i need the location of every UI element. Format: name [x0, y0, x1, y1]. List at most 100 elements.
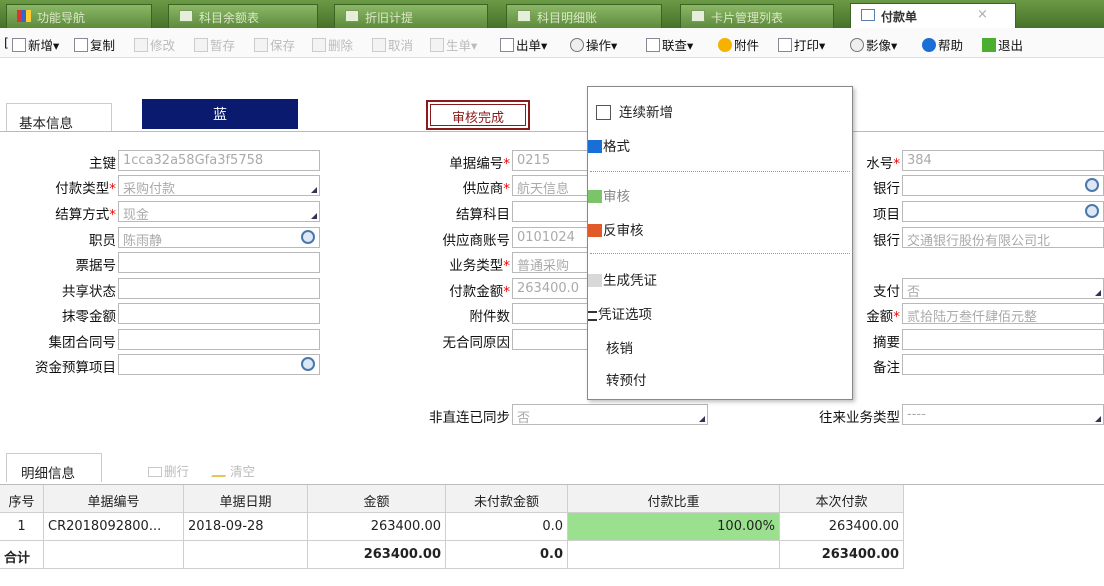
cell-pay[interactable]: 263400.00	[780, 513, 904, 541]
tab-label: 折旧计提	[365, 11, 414, 25]
basic-info-tab[interactable]: 基本信息	[6, 103, 112, 132]
magnifier-icon[interactable]	[1085, 204, 1099, 218]
close-icon[interactable]: ×	[977, 7, 988, 22]
voucher-icon	[588, 274, 602, 287]
tab-strip: 功能导航 科目余额表 折旧计提 科目明细账 卡片管理列表 付款单 ×	[0, 0, 1104, 28]
tab-label: 科目余额表	[199, 11, 260, 25]
group-contract-field[interactable]	[118, 329, 320, 350]
new-label: 新增▾	[28, 38, 60, 53]
project-field[interactable]	[902, 201, 1104, 222]
col-unpaid[interactable]: 未付款金额	[446, 485, 568, 513]
staff-field[interactable]: 陈雨静	[118, 227, 320, 248]
tab-label: 科目明细账	[537, 11, 598, 25]
budget-field[interactable]	[118, 354, 320, 375]
capital-amount-field[interactable]: 贰拾陆万叁仟肆佰元整	[902, 303, 1104, 324]
tab-balance[interactable]: 科目余额表	[168, 4, 318, 28]
col-pay[interactable]: 本次付款	[780, 485, 904, 513]
image-gear-icon	[850, 38, 864, 52]
linkquery-button[interactable]: 联查▾	[646, 35, 693, 54]
magnifier-icon[interactable]	[301, 357, 315, 371]
cell-date: 2018-09-28	[184, 513, 308, 541]
menu-separator	[590, 253, 850, 254]
table-row[interactable]: 1 CR2018092800... 2018-09-28 263400.00 0…	[0, 513, 904, 541]
summary-field[interactable]	[902, 329, 1104, 350]
writeoff-item[interactable]: 核销	[606, 337, 870, 357]
col-seq[interactable]: 序号	[0, 485, 44, 513]
tab-depreciation[interactable]: 折旧计提	[334, 4, 488, 28]
magnifier-icon[interactable]	[301, 230, 315, 244]
help-label: 帮助	[938, 38, 964, 53]
detail-table: 序号 单据编号 单据日期 金额 未付款金额 付款比重 本次付款 1 CR2018…	[0, 484, 1104, 586]
attachment-button[interactable]: 附件	[718, 35, 759, 54]
wipe-field[interactable]	[118, 303, 320, 324]
image-button[interactable]: 影像▾	[850, 35, 897, 54]
pk-label: 主键	[89, 156, 116, 172]
delete-row-icon	[148, 467, 162, 477]
paytype-select[interactable]: 采购付款	[118, 175, 320, 196]
nocontract-label: 无合同原因	[442, 335, 511, 351]
voucher-option-item[interactable]: 凭证选项	[588, 303, 852, 323]
save-icon	[254, 38, 268, 52]
voucher-item[interactable]: 生成凭证	[588, 269, 852, 289]
detail-info-tab[interactable]: 明细信息	[6, 453, 102, 482]
share-field[interactable]	[118, 278, 320, 299]
bizcat-label: 往来业务类型	[819, 410, 900, 426]
prepay-item[interactable]: 转预付	[606, 369, 870, 389]
generate-icon	[430, 38, 444, 52]
payon-select[interactable]: 否	[902, 278, 1104, 299]
budget-label: 资金预算项目	[35, 360, 116, 376]
clear-button[interactable]: 清空	[211, 461, 255, 480]
nondirect-select[interactable]: 否	[512, 404, 708, 425]
tab-nav[interactable]: 功能导航	[6, 4, 152, 28]
tab-card-list[interactable]: 卡片管理列表	[680, 4, 834, 28]
link-icon	[646, 38, 660, 52]
col-ratio[interactable]: 付款比重	[568, 485, 780, 513]
delete-row-button[interactable]: 删行	[148, 461, 189, 480]
outbill-button[interactable]: 出单▾	[500, 35, 547, 54]
image-label: 影像▾	[866, 38, 898, 53]
magnifier-icon[interactable]	[1085, 178, 1099, 192]
billno-label: 单据编号*	[449, 156, 510, 172]
tab-detail-ledger[interactable]: 科目明细账	[506, 4, 662, 28]
share-label: 共享状态	[62, 284, 116, 300]
edit-button[interactable]: 修改	[134, 35, 175, 54]
bizcat-select[interactable]: ----	[902, 404, 1104, 425]
format-label: 格式	[603, 139, 630, 155]
ticket-field[interactable]	[118, 252, 320, 273]
settle-select[interactable]: 现金	[118, 201, 320, 222]
cancel-button[interactable]: 取消	[372, 35, 413, 54]
unaudit-item[interactable]: 反审核	[588, 219, 852, 239]
col-billno[interactable]: 单据编号	[44, 485, 184, 513]
generate-button[interactable]: 生单▾	[430, 35, 477, 54]
col-amount[interactable]: 金额	[308, 485, 446, 513]
total-empty	[44, 541, 184, 569]
payee-bank-field[interactable]: 交通银行股份有限公司北	[902, 227, 1104, 248]
format-icon	[588, 140, 602, 153]
print-button[interactable]: 打印▾	[778, 35, 825, 54]
table-icon	[179, 10, 193, 22]
delete-button[interactable]: 删除	[312, 35, 353, 54]
copy-button[interactable]: 复制	[74, 35, 115, 54]
linkquery-label: 联查▾	[662, 38, 694, 53]
bank-field[interactable]	[902, 175, 1104, 196]
exit-button[interactable]: 退出	[982, 35, 1023, 54]
delete-row-label: 删行	[164, 464, 190, 479]
pk-field[interactable]: 1cca32a58Gfa3f5758	[118, 150, 320, 171]
table-total-row: 合计 263400.00 0.0 263400.00	[0, 541, 904, 569]
delete-label: 删除	[328, 38, 354, 53]
checkbox[interactable]	[596, 105, 611, 120]
operation-button[interactable]: 操作▾	[570, 35, 617, 54]
help-button[interactable]: 帮助	[922, 35, 963, 54]
remark-field[interactable]	[902, 354, 1104, 375]
save-button[interactable]: 保存	[254, 35, 295, 54]
audit-item[interactable]: 审核	[588, 185, 852, 205]
format-item[interactable]: 格式	[588, 135, 852, 155]
cell-ratio[interactable]: 100.00%	[568, 513, 780, 541]
continuous-add-item[interactable]: 连续新增	[596, 101, 860, 121]
serial-field[interactable]: 384	[902, 150, 1104, 171]
tab-payment[interactable]: 付款单 ×	[850, 3, 1016, 28]
gear-icon	[570, 38, 584, 52]
new-button[interactable]: 新增▾	[12, 35, 59, 54]
stage-button[interactable]: 暂存	[194, 35, 235, 54]
col-date[interactable]: 单据日期	[184, 485, 308, 513]
